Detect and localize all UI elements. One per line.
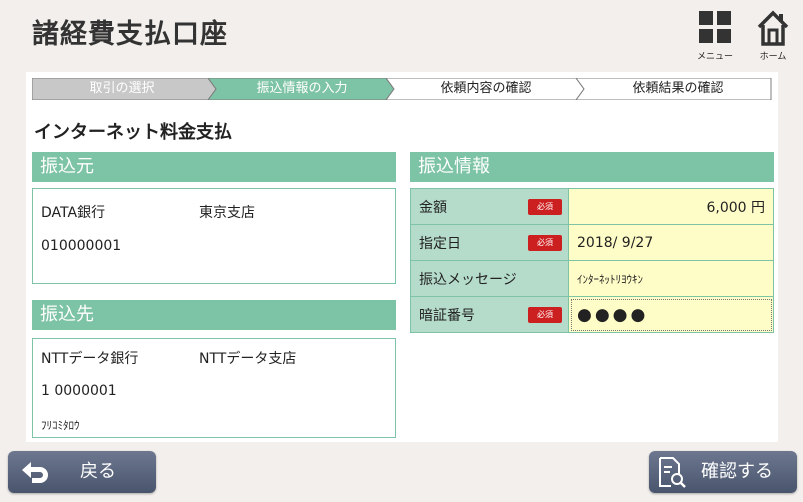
table-row: 金額 必須 6,000 円 [410, 188, 774, 225]
confirm-label: 確認する [701, 461, 773, 482]
page-title: 諸経費支払口座 [32, 19, 228, 50]
destination-account: 1 0000001 [41, 383, 117, 399]
back-button[interactable]: 戻る [8, 451, 156, 493]
menu-button[interactable]: メニュー [690, 8, 740, 62]
pin-label: 暗証番号 [419, 307, 475, 324]
pin-field[interactable]: ●●●● [568, 296, 774, 333]
amount-value: 6,000 円 [706, 199, 765, 216]
date-label: 指定日 [419, 235, 461, 252]
destination-header: 振込先 [32, 300, 396, 330]
source-branch: 東京支店 [199, 205, 255, 221]
grid-icon [699, 11, 731, 43]
source-bank: DATA銀行 [41, 205, 106, 221]
section-title: インターネット料金支払 [34, 122, 232, 143]
amount-label: 金額 [419, 199, 447, 216]
message-label: 振込メッセージ [419, 271, 517, 288]
message-field[interactable]: ｲﾝﾀｰﾈｯﾄﾘﾖｳｷﾝ [568, 260, 774, 297]
progress-steps: 取引の選択 振込情報の入力 依頼内容の確認 依頼結果の確認 [32, 78, 772, 100]
destination-name: ﾌﾘｺﾐﾀﾛｳ [41, 419, 80, 432]
pin-value: ●●●● [577, 304, 649, 325]
step-2-label: 振込情報の入力 [256, 81, 348, 96]
amount-field[interactable]: 6,000 円 [568, 188, 774, 225]
step-4-label: 依頼結果の確認 [632, 81, 724, 96]
message-label-cell: 振込メッセージ [410, 260, 569, 297]
source-header: 振込元 [32, 152, 396, 182]
date-label-cell: 指定日 必須 [410, 224, 569, 261]
home-button[interactable]: ホーム [748, 8, 798, 62]
amount-label-cell: 金額 必須 [410, 188, 569, 225]
document-search-icon [659, 457, 686, 488]
step-1-label: 取引の選択 [89, 81, 155, 96]
destination-bank: NTTデータ銀行 [41, 351, 139, 367]
back-label: 戻る [80, 461, 116, 482]
transfer-info-table: 金額 必須 6,000 円 指定日 必須 2018/ 9/27 振込メッセージ … [410, 188, 774, 333]
confirm-button[interactable]: 確認する [649, 451, 797, 493]
message-value: ｲﾝﾀｰﾈｯﾄﾘﾖｳｷﾝ [577, 272, 643, 286]
home-icon [757, 10, 789, 46]
date-value: 2018/ 9/27 [577, 234, 654, 251]
menu-label: メニュー [696, 52, 733, 62]
step-3-label: 依頼内容の確認 [440, 81, 532, 96]
destination-box: NTTデータ銀行 NTTデータ支店 1 0000001 ﾌﾘｺﾐﾀﾛｳ [32, 338, 396, 438]
main-panel: 取引の選択 振込情報の入力 依頼内容の確認 依頼結果の確認 インターネット料金支… [26, 72, 778, 442]
table-row: 振込メッセージ ｲﾝﾀｰﾈｯﾄﾘﾖｳｷﾝ [410, 260, 774, 297]
date-field[interactable]: 2018/ 9/27 [568, 224, 774, 261]
table-row: 指定日 必須 2018/ 9/27 [410, 224, 774, 261]
pin-label-cell: 暗証番号 必須 [410, 296, 569, 333]
required-badge: 必須 [528, 235, 562, 251]
home-label: ホーム [759, 52, 787, 62]
required-badge: 必須 [528, 307, 562, 323]
required-badge: 必須 [528, 199, 562, 215]
table-row: 暗証番号 必須 ●●●● [410, 296, 774, 333]
back-arrow-icon [22, 462, 48, 483]
source-account: 010000001 [41, 238, 122, 254]
source-box: DATA銀行 東京支店 010000001 [32, 188, 396, 284]
destination-branch: NTTデータ支店 [199, 351, 297, 367]
transfer-info-header: 振込情報 [410, 152, 774, 182]
